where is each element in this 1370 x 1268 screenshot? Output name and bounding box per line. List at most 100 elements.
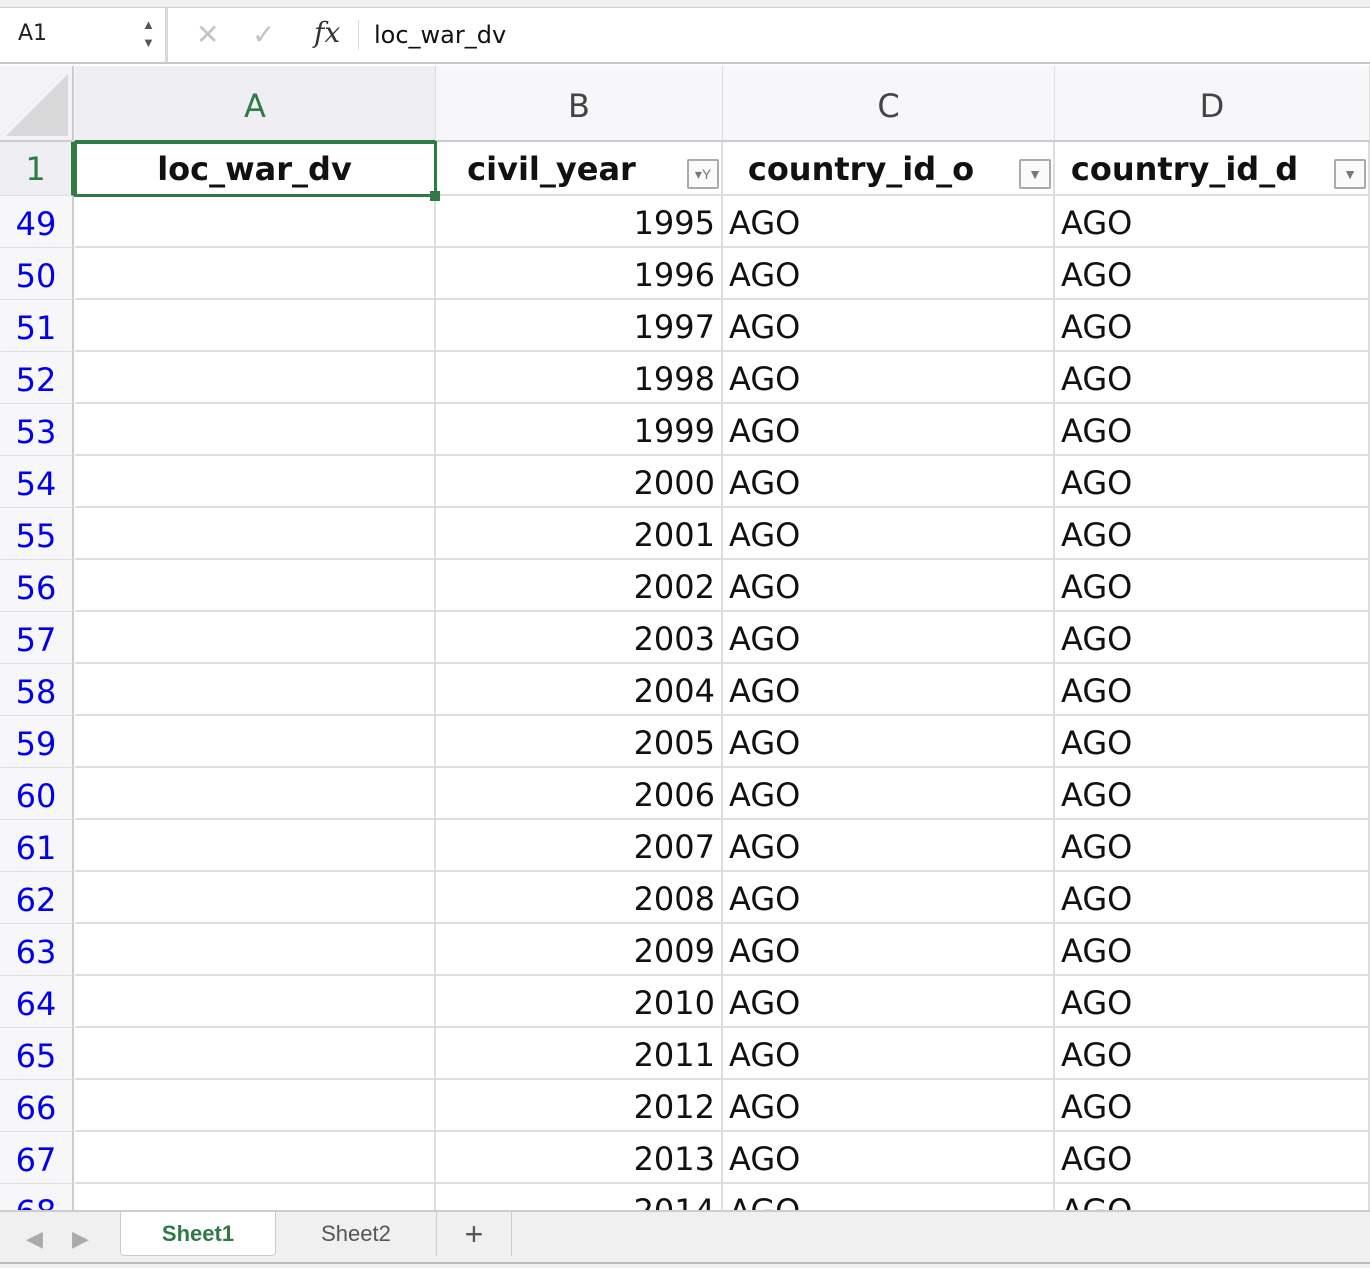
row-header[interactable]: 57	[0, 612, 74, 664]
column-header-c[interactable]: C	[723, 66, 1055, 142]
row-header[interactable]: 50	[0, 248, 74, 300]
filter-dropdown-icon[interactable]: ▼	[1334, 159, 1366, 189]
row-header[interactable]: 65	[0, 1028, 74, 1080]
column-header-b[interactable]: B	[436, 66, 723, 142]
header-cell-d[interactable]: country_id_d	[1055, 142, 1370, 196]
cell-b[interactable]: 2007	[436, 820, 723, 872]
column-header-a[interactable]: A	[75, 66, 436, 142]
column-header-d[interactable]: D	[1055, 66, 1370, 142]
cell-a[interactable]	[75, 872, 436, 924]
cell-d[interactable]: AGO	[1055, 664, 1370, 716]
cell-a[interactable]	[75, 664, 436, 716]
cell-b[interactable]: 2008	[436, 872, 723, 924]
cell-d[interactable]: AGO	[1055, 508, 1370, 560]
cell-a[interactable]	[75, 1132, 436, 1184]
cell-b[interactable]: 1998	[436, 352, 723, 404]
cell-a[interactable]	[75, 352, 436, 404]
row-header[interactable]: 49	[0, 196, 74, 248]
cell-a[interactable]	[75, 508, 436, 560]
select-all-button[interactable]	[0, 66, 74, 142]
cell-b[interactable]: 2006	[436, 768, 723, 820]
cell-c[interactable]: AGO	[723, 456, 1055, 508]
scroll-tabs-right-icon[interactable]: ▶	[72, 1226, 89, 1252]
cell-b[interactable]: 2005	[436, 716, 723, 768]
cell-c[interactable]: AGO	[723, 924, 1055, 976]
cell-c[interactable]: AGO	[723, 820, 1055, 872]
cell-d[interactable]: AGO	[1055, 248, 1370, 300]
name-box[interactable]: A1 ▲ ▼	[0, 8, 168, 62]
insert-function-icon[interactable]: fx	[314, 16, 340, 49]
confirm-icon[interactable]: ✓	[252, 18, 275, 51]
sheet-tab-sheet1[interactable]: Sheet1	[120, 1212, 276, 1256]
cell-c[interactable]: AGO	[723, 248, 1055, 300]
cell-c[interactable]: AGO	[723, 300, 1055, 352]
cell-a[interactable]	[75, 716, 436, 768]
cell-d[interactable]: AGO	[1055, 768, 1370, 820]
cell-b[interactable]: 2009	[436, 924, 723, 976]
row-header[interactable]: 55	[0, 508, 74, 560]
row-header[interactable]: 60	[0, 768, 74, 820]
formula-input[interactable]: loc_war_dv	[374, 21, 506, 49]
row-header[interactable]: 68	[0, 1184, 74, 1210]
row-header[interactable]: 58	[0, 664, 74, 716]
cell-d[interactable]: AGO	[1055, 1028, 1370, 1080]
cell-b[interactable]: 2011	[436, 1028, 723, 1080]
cell-c[interactable]: AGO	[723, 612, 1055, 664]
cell-a[interactable]	[75, 560, 436, 612]
filter-active-icon[interactable]: ▾Y	[687, 159, 719, 189]
cell-c[interactable]: AGO	[723, 768, 1055, 820]
cell-c[interactable]: AGO	[723, 1028, 1055, 1080]
row-header[interactable]: 62	[0, 872, 74, 924]
row-header[interactable]: 61	[0, 820, 74, 872]
cell-a[interactable]	[75, 768, 436, 820]
cell-d[interactable]: AGO	[1055, 456, 1370, 508]
cell-a[interactable]	[75, 1028, 436, 1080]
sheet-tab-sheet2[interactable]: Sheet2	[280, 1212, 432, 1256]
cell-d[interactable]: AGO	[1055, 716, 1370, 768]
cell-b[interactable]: 2013	[436, 1132, 723, 1184]
cell-b[interactable]: 2004	[436, 664, 723, 716]
row-header[interactable]: 67	[0, 1132, 74, 1184]
cell-d[interactable]: AGO	[1055, 352, 1370, 404]
add-sheet-button[interactable]: +	[436, 1212, 512, 1256]
filter-dropdown-icon[interactable]: ▼	[1019, 159, 1051, 189]
row-header-1[interactable]: 1	[0, 142, 74, 196]
row-header[interactable]: 66	[0, 1080, 74, 1132]
cell-b[interactable]: 1996	[436, 248, 723, 300]
cell-a[interactable]	[75, 612, 436, 664]
cell-a[interactable]	[75, 248, 436, 300]
cell-d[interactable]: AGO	[1055, 612, 1370, 664]
cell-d[interactable]: AGO	[1055, 1080, 1370, 1132]
cell-c[interactable]: AGO	[723, 664, 1055, 716]
cell-b[interactable]: 2001	[436, 508, 723, 560]
cell-d[interactable]: AGO	[1055, 404, 1370, 456]
cell-b[interactable]: 1999	[436, 404, 723, 456]
cell-b[interactable]: 2012	[436, 1080, 723, 1132]
cell-d[interactable]: AGO	[1055, 560, 1370, 612]
cell-d[interactable]: AGO	[1055, 976, 1370, 1028]
cell-a[interactable]	[75, 924, 436, 976]
cell-a[interactable]	[75, 196, 436, 248]
cell-a[interactable]	[75, 820, 436, 872]
row-header[interactable]: 54	[0, 456, 74, 508]
cell-b[interactable]: 2014	[436, 1184, 723, 1210]
cancel-icon[interactable]: ✕	[196, 18, 219, 51]
row-header[interactable]: 53	[0, 404, 74, 456]
row-header[interactable]: 56	[0, 560, 74, 612]
cell-d[interactable]: AGO	[1055, 924, 1370, 976]
scroll-tabs-left-icon[interactable]: ◀	[26, 1226, 43, 1252]
header-cell-c[interactable]: country_id_o	[723, 142, 1055, 196]
cell-b[interactable]: 2010	[436, 976, 723, 1028]
cell-d[interactable]: AGO	[1055, 872, 1370, 924]
cell-c[interactable]: AGO	[723, 560, 1055, 612]
cell-c[interactable]: AGO	[723, 404, 1055, 456]
cell-a[interactable]	[75, 976, 436, 1028]
cell-d[interactable]: AGO	[1055, 1184, 1370, 1210]
header-cell-b[interactable]: civil_year	[436, 142, 723, 196]
cell-c[interactable]: AGO	[723, 1184, 1055, 1210]
cell-c[interactable]: AGO	[723, 196, 1055, 248]
row-header[interactable]: 59	[0, 716, 74, 768]
cell-c[interactable]: AGO	[723, 1132, 1055, 1184]
cell-c[interactable]: AGO	[723, 352, 1055, 404]
cell-c[interactable]: AGO	[723, 872, 1055, 924]
